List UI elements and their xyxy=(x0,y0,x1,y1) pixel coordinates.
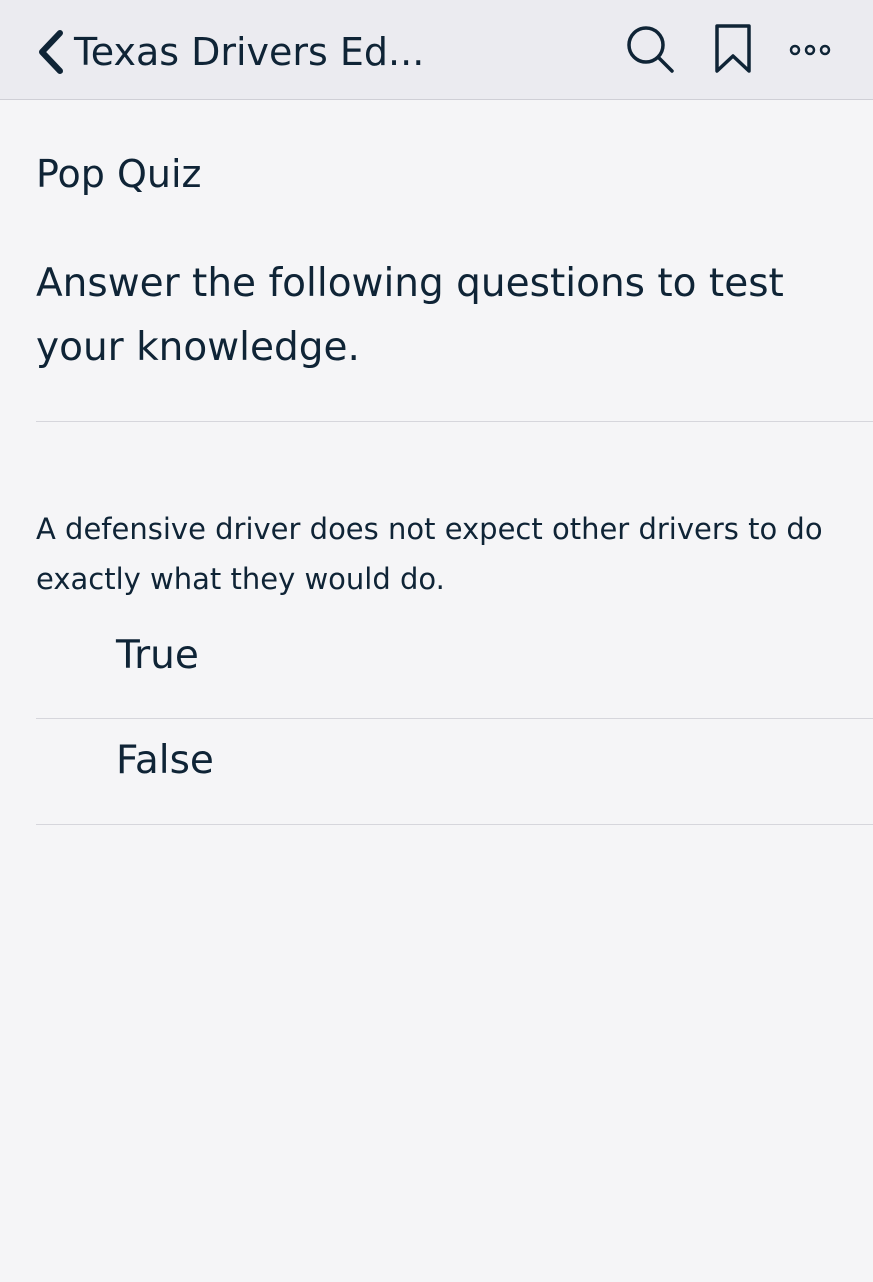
answer-option-true[interactable]: True xyxy=(36,615,873,719)
answer-option-false[interactable]: False xyxy=(36,720,873,824)
more-button[interactable] xyxy=(780,25,840,77)
divider xyxy=(36,718,873,719)
answer-option-label: True xyxy=(116,633,199,678)
bookmark-icon xyxy=(711,23,755,79)
search-icon xyxy=(621,23,679,79)
navigation-bar: Texas Drivers Ed... xyxy=(0,0,873,100)
page-title: Pop Quiz xyxy=(36,152,202,196)
answer-option-label: False xyxy=(116,738,214,783)
nav-title: Texas Drivers Ed... xyxy=(74,30,425,74)
chevron-left-icon xyxy=(34,29,68,75)
quiz-question: A defensive driver does not expect other… xyxy=(36,512,823,596)
search-button[interactable] xyxy=(618,25,682,77)
more-horizontal-icon xyxy=(787,42,833,61)
quiz-intro: Answer the following questions to test y… xyxy=(36,261,784,370)
divider xyxy=(36,824,873,825)
divider xyxy=(36,421,873,422)
back-button[interactable]: Texas Drivers Ed... xyxy=(34,22,424,82)
bookmark-button[interactable] xyxy=(705,23,761,79)
